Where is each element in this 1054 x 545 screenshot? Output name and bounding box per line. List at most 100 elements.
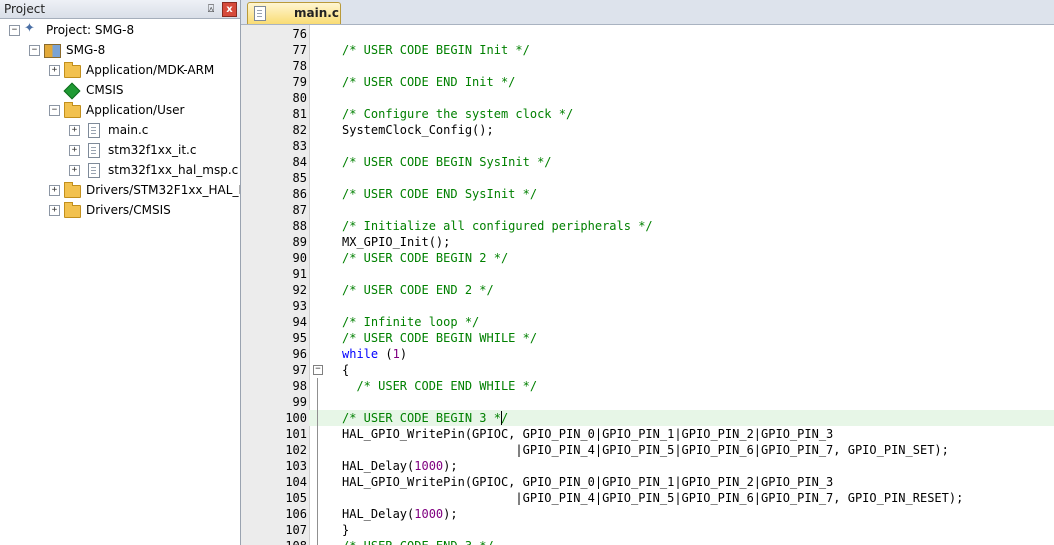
line-number: 76 (241, 26, 309, 42)
tree-item[interactable]: − SMG-8 (0, 40, 240, 60)
code-line[interactable]: 101 HAL_GPIO_WritePin(GPIOC, GPIO_PIN_0|G… (241, 426, 1054, 442)
expand-icon[interactable]: + (49, 185, 60, 196)
line-number: 102 (241, 442, 309, 458)
tree-item[interactable]: + stm32f1xx_hal_msp.c (0, 160, 240, 180)
code-text: } (342, 523, 350, 537)
code-line[interactable]: 78 (241, 58, 1054, 74)
line-number: 80 (241, 90, 309, 106)
line-number: 94 (241, 314, 309, 330)
fold-toggle-icon[interactable]: − (313, 365, 323, 375)
collapse-icon[interactable]: − (29, 45, 40, 56)
code-line[interactable]: 83 (241, 138, 1054, 154)
code-text: MX_GPIO_Init(); (342, 235, 451, 249)
tree-item[interactable]: + Drivers/STM32F1xx_HAL_Driv (0, 180, 240, 200)
tab-main-c[interactable]: main.c (247, 2, 341, 24)
tree-item-label: Project: SMG-8 (46, 23, 135, 37)
line-number: 85 (241, 170, 309, 186)
tree-item-label: Application/User (86, 103, 185, 117)
code-line[interactable]: 88 /* Initialize all configured periphera… (241, 218, 1054, 234)
line-number: 99 (241, 394, 309, 410)
expand-icon[interactable]: + (69, 125, 80, 136)
line-number: 97 (241, 362, 309, 378)
line-number: 84 (241, 154, 309, 170)
code-line[interactable]: 77 /* USER CODE BEGIN Init */ (241, 42, 1054, 58)
code-line[interactable]: 90 /* USER CODE BEGIN 2 */ (241, 250, 1054, 266)
code-text: /* USER CODE BEGIN Init */ (342, 43, 530, 57)
expand-icon[interactable]: + (49, 65, 60, 76)
code-line[interactable]: 98 /* USER CODE END WHILE */ (241, 378, 1054, 394)
cmsis-diamond-icon (63, 82, 81, 100)
tree-item[interactable]: + Drivers/CMSIS (0, 200, 240, 220)
line-number: 82 (241, 122, 309, 138)
code-line[interactable]: 86 /* USER CODE END SysInit */ (241, 186, 1054, 202)
code-line[interactable]: 106 HAL_Delay(1000); (241, 506, 1054, 522)
tree-item-label: main.c (108, 123, 149, 137)
code-line[interactable]: 89 MX_GPIO_Init(); (241, 234, 1054, 250)
pin-icon[interactable]: ⍓ (204, 2, 218, 16)
code-text: /* USER CODE END Init */ (342, 75, 516, 89)
file-icon (254, 6, 266, 21)
file-icon (88, 143, 100, 158)
code-line[interactable]: 84 /* USER CODE BEGIN SysInit */ (241, 154, 1054, 170)
code-line[interactable]: 96 while (1) (241, 346, 1054, 362)
close-panel-button[interactable]: x (222, 2, 237, 17)
code-text: /* USER CODE END 3 */ (342, 538, 494, 545)
line-number: 89 (241, 234, 309, 250)
code-line[interactable]: 107} (241, 522, 1054, 538)
line-number: 105 (241, 490, 309, 506)
project-panel-title: Project (4, 2, 46, 16)
tree-item-label: Drivers/STM32F1xx_HAL_Driv (86, 183, 240, 197)
tree-item[interactable]: CMSIS (0, 80, 240, 100)
code-text: /* USER CODE END 2 */ (342, 283, 494, 297)
tree-item[interactable]: + stm32f1xx_it.c (0, 140, 240, 160)
tree-item[interactable]: − Application/User (0, 100, 240, 120)
code-line[interactable]: 93 (241, 298, 1054, 314)
code-line[interactable]: 97− { (241, 362, 1054, 378)
line-number: 93 (241, 298, 309, 314)
code-line[interactable]: 81 /* Configure the system clock */ (241, 106, 1054, 122)
fold-guide-line (317, 378, 318, 545)
code-line[interactable]: 76 (241, 26, 1054, 42)
expand-icon[interactable]: + (69, 145, 80, 156)
target-icon (44, 44, 61, 58)
folder-icon (64, 202, 81, 218)
code-line[interactable]: 94 /* Infinite loop */ (241, 314, 1054, 330)
code-line[interactable]: 100 /* USER CODE BEGIN 3 */ (241, 410, 1054, 426)
tree-item[interactable]: − ✦ Project: SMG-8 (0, 20, 240, 40)
expand-icon[interactable]: + (49, 205, 60, 216)
collapse-icon[interactable]: − (9, 25, 20, 36)
code-line[interactable]: 85 (241, 170, 1054, 186)
code-line[interactable]: 91 (241, 266, 1054, 282)
code-text: |GPIO_PIN_4|GPIO_PIN_5|GPIO_PIN_6|GPIO_P… (342, 491, 964, 505)
code-line[interactable]: 80 (241, 90, 1054, 106)
code-text: /* USER CODE END SysInit */ (342, 187, 538, 201)
tree-item-label: stm32f1xx_hal_msp.c (108, 163, 239, 177)
tree-item[interactable]: + main.c (0, 120, 240, 140)
tree-item-label: Application/MDK-ARM (86, 63, 215, 77)
line-number: 100 (241, 410, 309, 426)
code-line[interactable]: 102 |GPIO_PIN_4|GPIO_PIN_5|GPIO_PIN_6|GP… (241, 442, 1054, 458)
line-number: 106 (241, 506, 309, 522)
line-number: 78 (241, 58, 309, 74)
line-number: 103 (241, 458, 309, 474)
code-line[interactable]: 104 HAL_GPIO_WritePin(GPIOC, GPIO_PIN_0|G… (241, 474, 1054, 490)
code-line[interactable]: 105 |GPIO_PIN_4|GPIO_PIN_5|GPIO_PIN_6|GP… (241, 490, 1054, 506)
code-line[interactable]: 99 (241, 394, 1054, 410)
tree-item-label: stm32f1xx_it.c (108, 143, 197, 157)
code-line[interactable]: 92 /* USER CODE END 2 */ (241, 282, 1054, 298)
collapse-icon[interactable]: − (49, 105, 60, 116)
code-line[interactable]: 87 (241, 202, 1054, 218)
code-line[interactable]: 108 /* USER CODE END 3 */ (241, 538, 1054, 545)
code-text: |GPIO_PIN_4|GPIO_PIN_5|GPIO_PIN_6|GPIO_P… (342, 443, 949, 457)
code-line[interactable]: 103 HAL_Delay(1000); (241, 458, 1054, 474)
code-line[interactable]: 82 SystemClock_Config(); (241, 122, 1054, 138)
code-line[interactable]: 79 /* USER CODE END Init */ (241, 74, 1054, 90)
tree-item[interactable]: + Application/MDK-ARM (0, 60, 240, 80)
code-text: { (342, 363, 350, 377)
expand-icon[interactable]: + (69, 165, 80, 176)
code-line[interactable]: 95 /* USER CODE BEGIN WHILE */ (241, 330, 1054, 346)
code-text: /* USER CODE BEGIN SysInit */ (342, 155, 552, 169)
tree-item-label: CMSIS (86, 83, 124, 97)
tree-item-label: Drivers/CMSIS (86, 203, 171, 217)
code-editor[interactable]: 76 77 /* USER CODE BEGIN Init */ 78 79 /* USE… (241, 25, 1054, 545)
